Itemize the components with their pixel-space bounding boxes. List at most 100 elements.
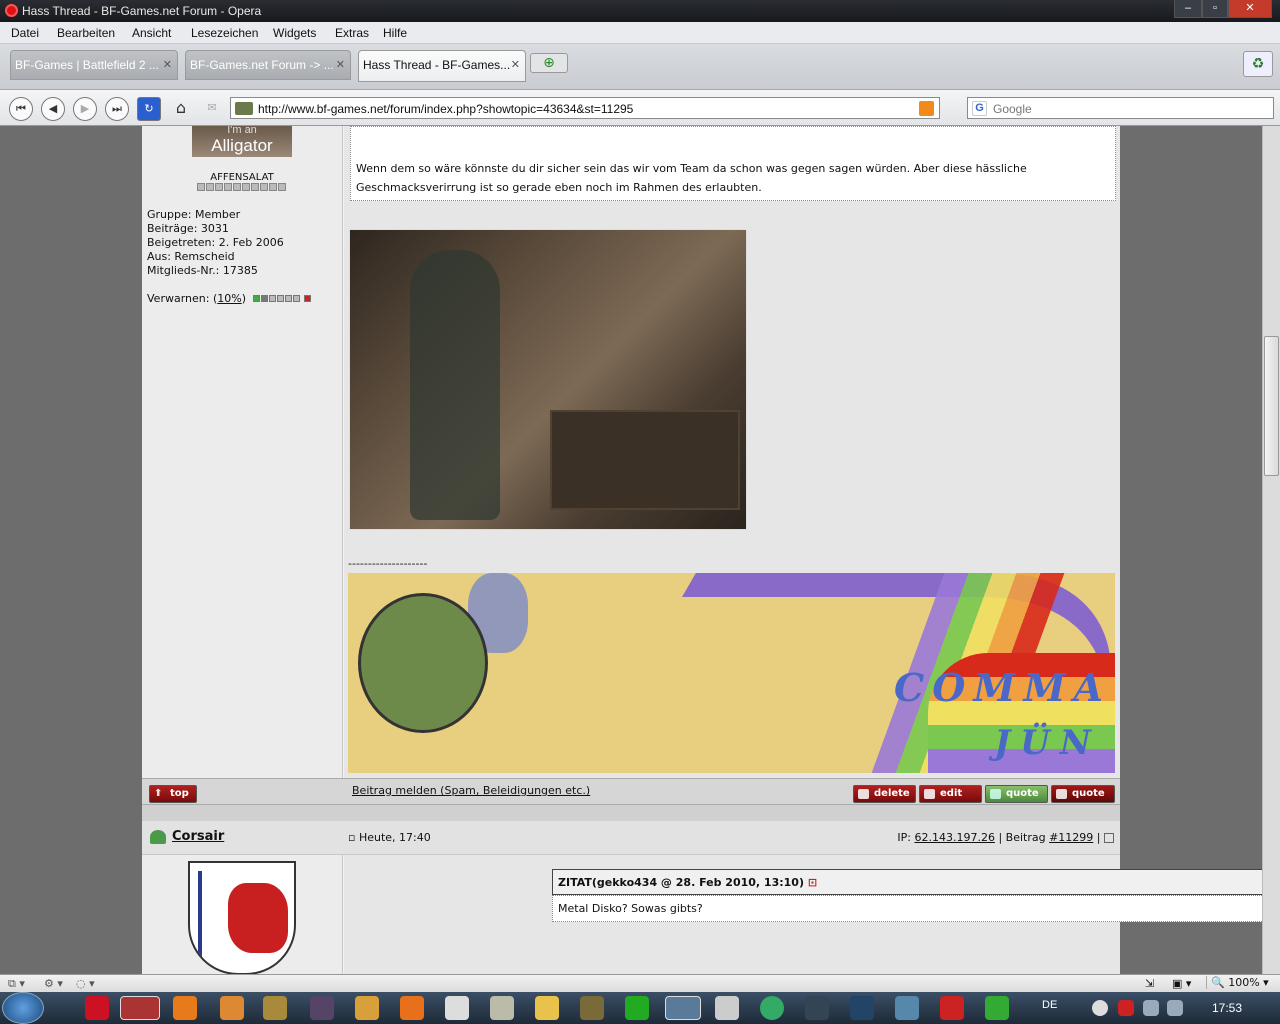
window-titlebar: Hass Thread - BF-Games.net Forum - Opera… bbox=[0, 0, 1280, 22]
warn-minus-icon[interactable] bbox=[253, 295, 261, 302]
quote-button[interactable]: quote bbox=[1051, 785, 1115, 803]
view-icon[interactable]: ▣ ▾ bbox=[1172, 977, 1191, 990]
maximize-button[interactable]: ▫ bbox=[1202, 0, 1228, 18]
warn-label: Verwarnen: ( bbox=[147, 292, 218, 305]
menu-ansicht[interactable]: Ansicht bbox=[132, 26, 171, 40]
post-author-column bbox=[142, 855, 343, 974]
warn-close: ) bbox=[241, 292, 246, 305]
taskbar-acrobat-icon[interactable] bbox=[940, 996, 964, 1020]
banner-face bbox=[358, 593, 488, 733]
menu-hilfe[interactable]: Hilfe bbox=[383, 26, 407, 40]
taskbar-opera-icon[interactable] bbox=[120, 996, 160, 1020]
post-header: Corsair ▫ Heute, 17:40 IP: 62.143.197.26… bbox=[142, 821, 1120, 855]
taskbar-app-icon[interactable] bbox=[895, 996, 919, 1020]
tray-icon[interactable] bbox=[1092, 1000, 1108, 1016]
taskbar-app-icon[interactable] bbox=[310, 996, 334, 1020]
taskbar-app-icon[interactable] bbox=[580, 996, 604, 1020]
menu-datei[interactable]: Datei bbox=[11, 26, 39, 40]
taskbar-app-icon[interactable] bbox=[490, 996, 514, 1020]
multiquote-button[interactable]: quote bbox=[985, 785, 1048, 803]
reload-button[interactable]: ↻ bbox=[137, 97, 161, 121]
back-button[interactable]: ◀ bbox=[41, 97, 65, 121]
quote-line-1: Wenn dem so wäre könnste du dir sicher s… bbox=[356, 162, 1027, 175]
taskbar-app-icon[interactable] bbox=[715, 996, 739, 1020]
edit-button[interactable]: edit bbox=[919, 785, 982, 803]
network-icon[interactable] bbox=[1143, 1000, 1159, 1016]
rewind-button[interactable]: ⏮ bbox=[9, 97, 33, 121]
minimize-button[interactable]: – bbox=[1174, 0, 1202, 18]
delete-button[interactable]: delete bbox=[853, 785, 916, 803]
panel-toggle-icon[interactable]: ⧉ ▾ bbox=[8, 977, 25, 991]
post-meta-end: | bbox=[1093, 831, 1101, 844]
close-tab-icon[interactable]: ✕ bbox=[336, 58, 345, 71]
tab-bf-games[interactable]: BF-Games | Battlefield 2 ... ✕ bbox=[10, 50, 178, 80]
taskbar-app-icon[interactable] bbox=[850, 996, 874, 1020]
avatar bbox=[188, 861, 296, 974]
user-posts: Beiträge: 3031 bbox=[147, 222, 229, 235]
user-joined: Beigetreten: 2. Feb 2006 bbox=[147, 236, 284, 249]
fast-forward-button[interactable]: ⏭ bbox=[105, 97, 129, 121]
warn-value-link[interactable]: 10% bbox=[217, 292, 241, 305]
new-tab-button[interactable]: ⊕ bbox=[530, 53, 568, 73]
home-icon[interactable]: ⌂ bbox=[169, 97, 193, 121]
fit-width-icon[interactable]: ⇲ bbox=[1145, 977, 1154, 990]
language-indicator[interactable]: DE bbox=[1042, 999, 1057, 1011]
scrollbar-thumb[interactable] bbox=[1264, 336, 1279, 476]
ip-link[interactable]: 62.143.197.26 bbox=[914, 831, 994, 844]
user-online-icon bbox=[150, 830, 166, 844]
close-tab-icon[interactable]: ✕ bbox=[163, 58, 172, 71]
trash-can-icon[interactable]: ♻ bbox=[1243, 51, 1273, 77]
post-meta: IP: 62.143.197.26 | Beitrag #11299 | bbox=[897, 831, 1114, 844]
taskbar-app-icon[interactable] bbox=[665, 996, 701, 1020]
taskbar-app-icon[interactable] bbox=[220, 996, 244, 1020]
taskbar-ea-icon[interactable] bbox=[760, 996, 784, 1020]
taskbar-app-icon[interactable] bbox=[445, 996, 469, 1020]
taskbar-app-icon[interactable] bbox=[355, 996, 379, 1020]
start-button[interactable] bbox=[2, 992, 44, 1024]
tab-hass-thread[interactable]: Hass Thread - BF-Games... ✕ bbox=[358, 50, 526, 82]
tray-icon[interactable] bbox=[1118, 1000, 1134, 1016]
avatar: I'm an Alligator bbox=[192, 126, 292, 157]
opera-logo-icon bbox=[5, 4, 18, 17]
address-bar[interactable]: http://www.bf-games.net/forum/index.php?… bbox=[230, 97, 940, 119]
menu-lesezeichen[interactable]: Lesezeichen bbox=[191, 26, 258, 40]
post-number-link[interactable]: #11299 bbox=[1049, 831, 1093, 844]
clock[interactable]: 17:53 bbox=[1212, 1001, 1242, 1015]
loading-icon[interactable]: ◌ ▾ bbox=[76, 977, 95, 990]
taskbar-app-icon[interactable] bbox=[263, 996, 287, 1020]
rss-icon[interactable] bbox=[919, 101, 934, 116]
search-field[interactable]: G Google bbox=[967, 97, 1274, 119]
volume-icon[interactable] bbox=[1167, 1000, 1183, 1016]
taskbar-app-icon[interactable] bbox=[625, 996, 649, 1020]
taskbar-steam-icon[interactable] bbox=[805, 996, 829, 1020]
edit-label: edit bbox=[940, 788, 963, 799]
taskbar-app-icon[interactable] bbox=[985, 996, 1009, 1020]
taskbar-explorer-icon[interactable] bbox=[535, 996, 559, 1020]
close-tab-icon[interactable]: ✕ bbox=[511, 58, 520, 71]
quote-box: Wenn dem so wäre könnste du dir sicher s… bbox=[350, 126, 1116, 201]
quote-source-icon[interactable]: ⊡ bbox=[808, 876, 817, 889]
taskbar-app-icon[interactable] bbox=[85, 996, 109, 1020]
avatar-text: Alligator bbox=[211, 136, 273, 155]
taskbar-vlc-icon[interactable] bbox=[400, 996, 424, 1020]
tab-forum[interactable]: BF-Games.net Forum -> ... ✕ bbox=[185, 50, 351, 80]
taskbar-firefox-icon[interactable] bbox=[173, 996, 197, 1020]
post-author-link[interactable]: Corsair bbox=[172, 829, 224, 844]
top-button[interactable]: ⬆ top bbox=[149, 785, 197, 803]
post-image bbox=[349, 229, 747, 530]
menu-bearbeiten[interactable]: Bearbeiten bbox=[57, 26, 115, 40]
forward-button[interactable]: ▶ bbox=[73, 97, 97, 121]
menu-widgets[interactable]: Widgets bbox=[273, 26, 316, 40]
close-button[interactable]: ✕ bbox=[1228, 0, 1272, 18]
zoom-control[interactable]: 🔍 100% ▾ bbox=[1206, 976, 1269, 989]
share-icon[interactable]: ⚙ ▾ bbox=[44, 977, 63, 990]
menu-extras[interactable]: Extras bbox=[335, 26, 369, 40]
vertical-scrollbar[interactable] bbox=[1262, 126, 1280, 974]
report-post-link[interactable]: Beitrag melden (Spam, Beleidigungen etc.… bbox=[352, 784, 590, 797]
warn-plus-icon[interactable] bbox=[304, 295, 312, 302]
banner-text-1: COMMA bbox=[894, 665, 1111, 710]
wand-icon[interactable]: ✉ bbox=[200, 97, 224, 121]
warn-level: Verwarnen: (10%) bbox=[147, 292, 312, 305]
quote-body: Metal Disko? Sowas gibts? bbox=[552, 895, 1262, 922]
select-post-checkbox[interactable] bbox=[1104, 833, 1114, 843]
